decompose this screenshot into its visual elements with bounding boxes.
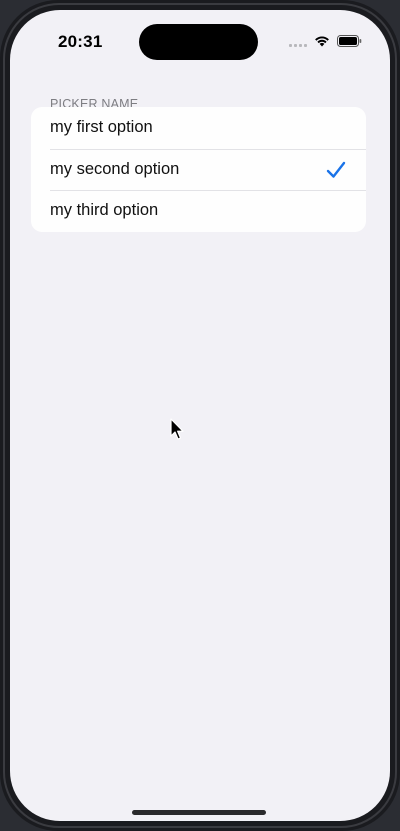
status-bar: 20:31 [10, 10, 390, 64]
status-time: 20:31 [58, 32, 103, 51]
picker-options-list: my first option my second option my thir… [31, 107, 366, 232]
picker-option-first[interactable]: my first option [31, 107, 366, 149]
phone-screen: 20:31 PICKER NAME my first option my sec… [10, 10, 390, 821]
dynamic-island [139, 24, 258, 60]
checkmark-icon [326, 161, 346, 179]
mouse-pointer-icon [170, 418, 186, 442]
option-label: my first option [50, 118, 153, 137]
picker-option-third[interactable]: my third option [31, 190, 366, 232]
phone-device-frame: 20:31 PICKER NAME my first option my sec… [0, 0, 400, 831]
option-label: my second option [50, 159, 180, 178]
picker-option-second[interactable]: my second option [31, 148, 366, 191]
cellular-signal-icon [289, 35, 307, 47]
battery-icon [337, 35, 362, 47]
wifi-icon [314, 35, 330, 47]
option-label: my third option [50, 201, 159, 220]
status-icons [289, 35, 362, 47]
home-indicator[interactable] [132, 810, 266, 815]
